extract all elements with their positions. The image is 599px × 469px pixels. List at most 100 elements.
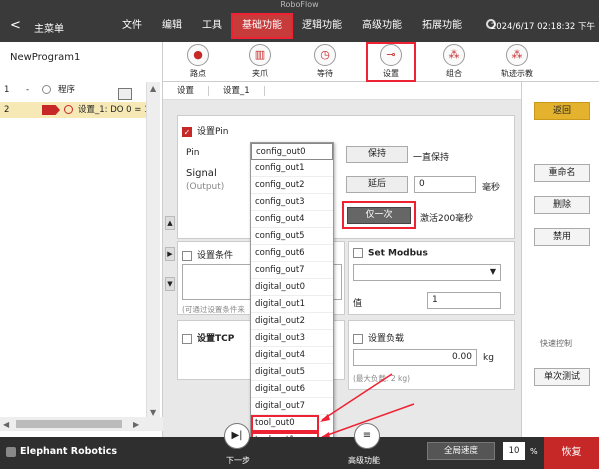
pin-option[interactable]: digital_out0 <box>251 279 333 296</box>
set-condition-checkbox[interactable] <box>182 250 192 261</box>
advanced-functions-label: 高级功能 <box>348 456 380 465</box>
speed-value-input[interactable]: 10 <box>503 442 525 460</box>
payload-hint: (最大负载: 2 kg) <box>353 374 411 383</box>
scroll-up-icon[interactable]: ▲ <box>165 216 175 230</box>
tool-group[interactable]: ⁂ 组合 <box>429 42 479 82</box>
scroll-down-icon[interactable]: ▼ <box>165 277 175 291</box>
pin-option[interactable]: config_out3 <box>251 194 333 211</box>
scroll-right-icon[interactable]: ▶ <box>133 420 139 429</box>
modbus-value-label: 值 <box>353 299 363 309</box>
pin-option[interactable]: config_out5 <box>251 228 333 245</box>
menu-tools[interactable]: 工具 <box>192 14 232 38</box>
set-condition-label: 设置条件 <box>197 251 234 261</box>
once-button-highlight: 仅一次 <box>342 201 416 229</box>
set-condition-row[interactable]: 设置条件 <box>182 248 233 261</box>
back-arrow-icon[interactable]: < <box>10 18 21 33</box>
single-test-button[interactable]: 单次测试 <box>534 368 590 386</box>
signal-sub-label: (Output) <box>186 182 225 192</box>
tree-row-program[interactable]: 1 - 程序 <box>0 82 163 98</box>
main-menu-link[interactable]: 主菜单 <box>34 20 64 35</box>
set-pin-checkbox-row[interactable]: ✓ 设置Pin <box>182 124 228 137</box>
hold-button[interactable]: 保持 <box>346 146 408 163</box>
tool-trajectory-teach[interactable]: ⁂ 轨迹示教 <box>492 42 542 82</box>
tree-horizontal-scrollbar[interactable]: ◀ ▶ <box>0 417 163 431</box>
menu-basic-functions[interactable]: 基础功能 <box>231 13 293 39</box>
tool-label: 夹爪 <box>252 69 268 78</box>
scroll-down-icon[interactable]: ▼ <box>150 408 156 417</box>
global-speed-button[interactable]: 全局速度 <box>427 442 495 460</box>
program-node-icon <box>42 85 51 94</box>
delay-value-input[interactable]: 0 <box>414 176 476 193</box>
scroll-up-icon[interactable]: ▲ <box>150 84 156 93</box>
set-tcp-checkbox[interactable] <box>182 333 192 344</box>
menu-advanced-functions[interactable]: 高级功能 <box>352 14 412 38</box>
scroll-left-icon[interactable]: ◀ <box>3 420 9 429</box>
once-button[interactable]: 仅一次 <box>347 207 411 224</box>
return-button[interactable]: 返回 <box>534 102 590 120</box>
next-step-button[interactable]: ▶| <box>224 423 250 449</box>
set-modbus-panel: Set Modbus ▼ 值 1 <box>348 241 515 315</box>
elephant-logo-icon <box>6 446 16 457</box>
tree-row-set-1[interactable]: 2 设置_1: DO 0 = 1 <box>0 102 146 118</box>
pin-option[interactable]: digital_out5 <box>251 364 333 381</box>
menu-edit[interactable]: 编辑 <box>152 14 192 38</box>
pin-option[interactable]: config_out1 <box>251 160 333 177</box>
content-area: ✓ 设置Pin Pin Signal (Output) 保持 一直保持 延后 0 … <box>177 100 521 437</box>
breadcrumb-item[interactable]: 设置 <box>163 86 210 96</box>
collapse-icon[interactable]: - <box>26 82 29 98</box>
delay-button[interactable]: 延后 <box>346 176 408 193</box>
set-payload-checkbox[interactable] <box>353 333 363 344</box>
pin-dropdown-list[interactable]: config_out0 config_out1 config_out2 conf… <box>250 142 334 466</box>
set-pin-checkbox[interactable]: ✓ <box>182 126 192 137</box>
tool-label: 组合 <box>446 69 462 78</box>
scroll-thumb[interactable] <box>16 420 122 428</box>
tree-view-icon[interactable] <box>118 88 132 100</box>
pin-option[interactable]: config_out6 <box>251 245 333 262</box>
breadcrumb-item[interactable]: 设置_1 <box>209 86 265 96</box>
pin-option[interactable]: digital_out2 <box>251 313 333 330</box>
delete-button[interactable]: 删除 <box>534 196 590 214</box>
menu-file[interactable]: 文件 <box>112 14 152 38</box>
modbus-select[interactable]: ▼ <box>353 264 501 281</box>
tool-label: 轨迹示教 <box>501 69 533 78</box>
pin-option-tool-out0[interactable]: tool_out0 <box>251 415 319 432</box>
disable-button[interactable]: 禁用 <box>534 228 590 246</box>
menu-bar: 文件 编辑 工具 基础功能 逻辑功能 高级功能 拓展功能 <box>112 13 472 39</box>
tool-waypoint[interactable]: ● 路点 <box>173 42 223 82</box>
scroll-right-icon[interactable]: ▶ <box>165 247 175 261</box>
payload-unit: kg <box>483 353 494 363</box>
function-toolbar: ● 路点 ▥ 夹爪 ◷ 等待 ⊸ 设置 ⁂ 组合 ⁂ 轨迹示教 <box>163 42 599 82</box>
content-scrollbar[interactable]: ▲ ▶ ▼ <box>163 100 177 437</box>
pin-label: Pin <box>186 148 200 158</box>
gripper-icon: ▥ <box>249 44 271 66</box>
menu-logic-functions[interactable]: 逻辑功能 <box>292 14 352 38</box>
tool-gripper[interactable]: ▥ 夹爪 <box>235 42 285 82</box>
pin-option[interactable]: digital_out4 <box>251 347 333 364</box>
pin-option[interactable]: digital_out1 <box>251 296 333 313</box>
pin-option[interactable]: digital_out3 <box>251 330 333 347</box>
set-modbus-checkbox[interactable] <box>353 248 363 258</box>
resume-button[interactable]: 恢复 <box>544 437 599 469</box>
set-pin-panel: ✓ 设置Pin Pin Signal (Output) 保持 一直保持 延后 0 … <box>177 115 515 239</box>
pin-option[interactable]: config_out4 <box>251 211 333 228</box>
quick-control-label: 快速控制 <box>540 339 572 348</box>
rename-button[interactable]: 重命名 <box>534 164 590 182</box>
pin-option[interactable]: config_out2 <box>251 177 333 194</box>
modbus-value-input[interactable]: 1 <box>427 292 501 309</box>
chevron-down-icon: ▼ <box>489 267 496 276</box>
tool-set[interactable]: ⊸ 设置 <box>366 42 416 82</box>
set-modbus-row[interactable]: Set Modbus <box>353 248 428 259</box>
payload-input[interactable]: 0.00 <box>353 349 477 366</box>
set-tcp-row[interactable]: 设置TCP <box>182 331 234 344</box>
pin-option[interactable]: digital_out7 <box>251 398 333 415</box>
advanced-functions-button[interactable]: ≡ <box>354 423 380 449</box>
pin-option[interactable]: config_out0 <box>251 143 333 160</box>
action-panel: 返回 重命名 删除 禁用 快速控制 单次测试 <box>521 82 599 437</box>
tree-vertical-scrollbar[interactable]: ▲ ▼ <box>146 82 160 422</box>
tool-wait[interactable]: ◷ 等待 <box>300 42 350 82</box>
pin-option[interactable]: config_out7 <box>251 262 333 279</box>
menu-extension-functions[interactable]: 拓展功能 <box>412 14 472 38</box>
set-payload-row[interactable]: 设置负载 <box>353 331 404 344</box>
bottom-bar: Elephant Robotics ▶| 下一步 ≡ 高级功能 全局速度 10 … <box>0 423 599 469</box>
pin-option[interactable]: digital_out6 <box>251 381 333 398</box>
